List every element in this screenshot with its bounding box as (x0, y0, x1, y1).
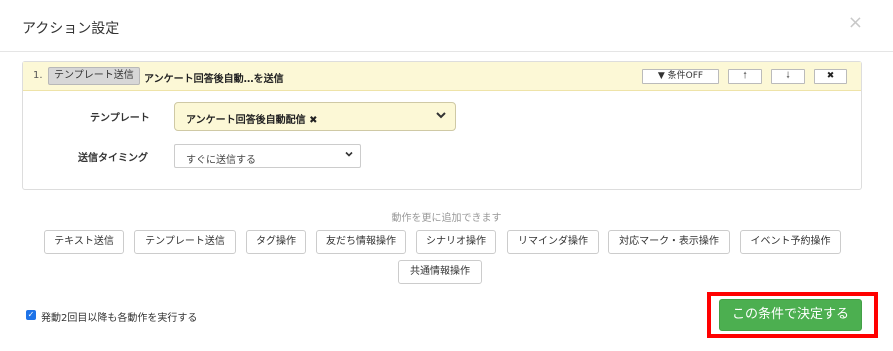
op-text-send-button[interactable]: テキスト送信 (44, 230, 124, 254)
op-template-send-button[interactable]: テンプレート送信 (134, 230, 236, 254)
op-mark-display-button[interactable]: 対応マーク・表示操作 (608, 230, 730, 254)
operation-buttons-row: テキスト送信 テンプレート送信 タグ操作 友だち情報操作 シナリオ操作 リマイン… (0, 230, 893, 254)
modal-title: アクション設定 (22, 21, 120, 37)
action-type-badge: テンプレート送信 (48, 67, 140, 85)
timing-select[interactable]: すぐに送信する (174, 144, 361, 168)
action-header: 1. テンプレート送信 アンケート回答後自動…を送信 ▼ 条件OFF 🠕 🠗 ✖ (23, 62, 861, 91)
move-down-button[interactable]: 🠗 (771, 69, 805, 84)
close-icon[interactable]: × (848, 14, 863, 32)
repeat-checkbox-label: 発動2回目以降も各動作を実行する (41, 313, 198, 324)
op-event-reservation-button[interactable]: イベント予約操作 (740, 230, 841, 254)
op-common-info-button[interactable]: 共通情報操作 (398, 260, 482, 284)
operation-buttons-row: 共通情報操作 (0, 260, 893, 284)
op-friend-info-button[interactable]: 友だち情報操作 (316, 230, 406, 254)
condition-toggle-button[interactable]: ▼ 条件OFF (642, 69, 719, 84)
chevron-down-icon (435, 109, 447, 124)
timing-label: 送信タイミング (78, 153, 148, 164)
template-label: テンプレート (90, 113, 150, 124)
action-title: アンケート回答後自動…を送信 (144, 74, 284, 85)
add-operations-hint: 動作を更に追加できます (391, 213, 502, 224)
confirm-condition-button[interactable]: この条件で決定する (719, 299, 862, 331)
move-up-button[interactable]: 🠕 (728, 69, 762, 84)
chevron-down-icon (344, 149, 354, 162)
op-scenario-button[interactable]: シナリオ操作 (416, 230, 496, 254)
op-reminder-button[interactable]: リマインダ操作 (507, 230, 599, 254)
template-select[interactable]: アンケート回答後自動配信 ✖ (174, 102, 456, 131)
delete-action-button[interactable]: ✖ (814, 69, 847, 84)
modal-header: アクション設定 × (0, 0, 893, 52)
action-number: 1. (33, 70, 43, 81)
repeat-checkbox[interactable]: ✓ (26, 310, 36, 320)
op-tag-button[interactable]: タグ操作 (246, 230, 306, 254)
template-select-value: アンケート回答後自動配信 ✖ (186, 115, 318, 126)
timing-select-value: すぐに送信する (186, 155, 256, 166)
action-card: 1. テンプレート送信 アンケート回答後自動…を送信 ▼ 条件OFF 🠕 🠗 ✖… (22, 61, 862, 190)
